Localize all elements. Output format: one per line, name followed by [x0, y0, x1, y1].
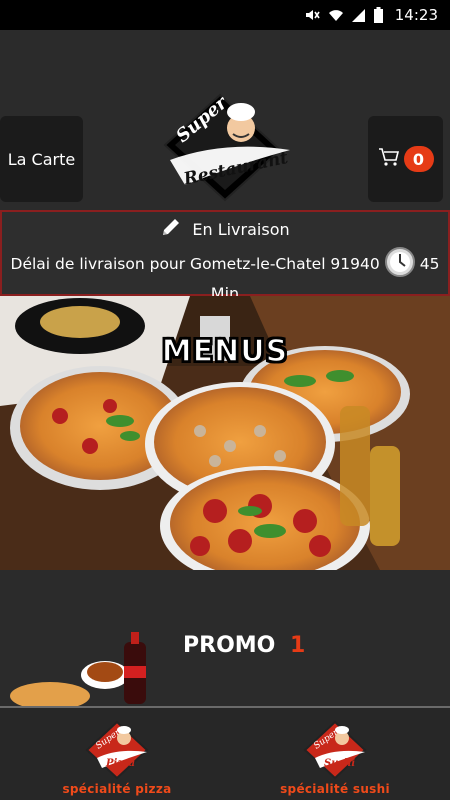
status-time: 14:23 [394, 6, 438, 24]
sushi-badge-word: Sushi [324, 758, 355, 769]
promo-number: 1 [290, 633, 306, 658]
specialite-sushi-label: spécialité sushi [280, 782, 390, 796]
specialite-pizza-label: spécialité pizza [62, 782, 172, 796]
battery-icon [373, 7, 383, 23]
signal-icon [351, 7, 366, 23]
cart-icon [378, 147, 400, 171]
delivery-delay-text: Délai de livraison pour Gometz-le-Chatel… [10, 255, 380, 273]
menus-title: MENUS [161, 333, 289, 370]
pizza-badge-word: Pizza [105, 758, 135, 769]
la-carte-button[interactable]: La Carte [0, 116, 83, 202]
delivery-delay-value: 45 [419, 255, 440, 273]
mute-icon [304, 7, 320, 23]
restaurant-logo: Super Restaurant [155, 90, 295, 210]
delivery-mode-label: En Livraison [192, 219, 290, 239]
specialties-bar: Super Pizza spécialité pizza Super Sushi… [0, 708, 450, 800]
wifi-icon [328, 7, 344, 23]
clock-icon [384, 246, 416, 282]
menus-banner[interactable]: MENUS [0, 296, 450, 570]
specialite-pizza-button[interactable]: Super Pizza spécialité pizza [52, 720, 182, 800]
specialite-sushi-button[interactable]: Super Sushi spécialité sushi [270, 720, 400, 800]
cart-count-badge: 0 [403, 146, 434, 172]
la-carte-label: La Carte [7, 149, 76, 169]
status-bar: 14:23 [0, 0, 450, 30]
promo-section[interactable]: PROMO 1 [0, 570, 450, 710]
promo-label: PROMO [183, 633, 276, 658]
pizza-badge-icon: Super Pizza [85, 720, 149, 780]
delivery-info-panel[interactable]: En Livraison Délai de livraison pour Gom… [0, 210, 450, 303]
header: La Carte Super Restaurant 0 [0, 30, 450, 206]
pencil-icon[interactable] [160, 216, 182, 242]
cart-button[interactable]: 0 [368, 116, 443, 202]
sushi-badge-icon: Super Sushi [303, 720, 367, 780]
promo-image [10, 630, 160, 710]
